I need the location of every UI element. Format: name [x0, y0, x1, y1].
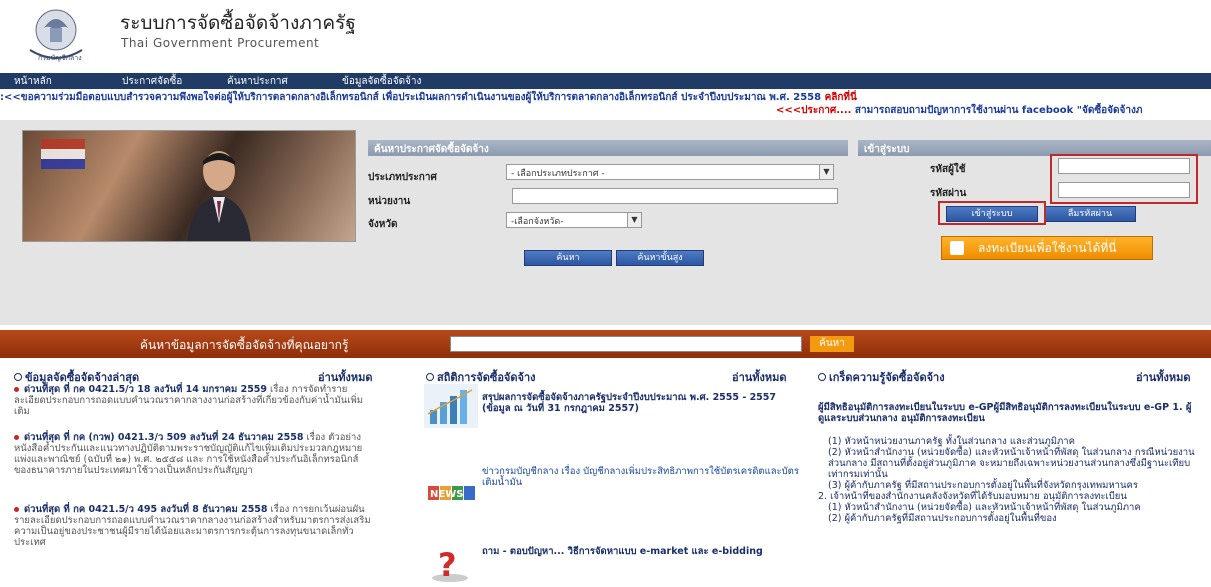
knowledge-line: (1) หัวหน้าหน่วยงานภาครัฐ ทั้งในส่วนกลาง…: [828, 436, 1075, 447]
pencil-icon: [950, 241, 964, 255]
province-select[interactable]: -เลือกจังหวัด- ▼: [506, 212, 642, 228]
news-icon: NEWS: [424, 464, 478, 508]
quick-search-input[interactable]: [450, 336, 802, 352]
quick-search-button[interactable]: ค้นหา: [810, 336, 854, 352]
marquee-1-text: :<<ขอความร่วมมือตอบแบบสำรวจความพึงพอใจต่…: [0, 92, 822, 103]
flag-icon: [41, 139, 85, 169]
person-icon: [187, 151, 251, 241]
stats-item[interactable]: ถาม - ตอบปัญหา... วิธีการจัดหาแบบ e-mark…: [482, 546, 802, 557]
quick-search-label: ค้นหาข้อมูลการจัดซื้อจัดจ้างที่คุณอยากรู…: [140, 338, 349, 352]
register-button-label: ลงทะเบียนเพื่อใช้งานได้ที่นี่: [978, 241, 1117, 255]
comptroller-logo-icon: กรมบัญชีกลาง: [29, 9, 83, 62]
announcement-marquee-2: <<<ประกาศ.... สามารถสอบถามปัญหาการใช้งาน…: [0, 103, 1211, 117]
login-button-highlight: [938, 201, 1046, 225]
nav-procurement-data[interactable]: ข้อมูลจัดซื้อจัดจ้าง: [342, 74, 421, 89]
news-item[interactable]: ด่วนที่สุด ที่ กค (กวพ) 0421.3/ว 509 ลงว…: [14, 432, 374, 476]
knowledge-line: 2. เจ้าหน้าที่ของสำนักงานคลังจังหวัดที่ไ…: [818, 491, 1127, 502]
question-mark-icon: ?: [424, 540, 478, 584]
circle-icon: [818, 373, 826, 381]
knowledge-read-all-link[interactable]: อ่านทั้งหมด: [1136, 368, 1191, 386]
search-button[interactable]: ค้นหา: [524, 250, 612, 266]
bullet-icon: [14, 387, 19, 392]
agency-input[interactable]: [512, 188, 838, 204]
province-label: จังหวัด: [368, 219, 398, 230]
knowledge-line: (2) หัวหน้าสำนักงาน (หน่วยจัดซื้อ) และหั…: [828, 447, 1195, 480]
knowledge-line: (1) หัวหน้าสำนักงาน (หน่วยจัดซื้อ) และหั…: [828, 502, 1141, 513]
username-label: รหัสผู้ใช้: [930, 164, 966, 175]
bullet-icon: [14, 507, 19, 512]
knowledge-line: (2) ผู้ค้ากับภาครัฐที่มีสถานประกอบการตั้…: [828, 513, 1057, 524]
circle-icon: [426, 373, 434, 381]
type-select-value: - เลือกประเภทประกาศ -: [511, 169, 605, 179]
type-label: ประเภทประกาศ: [368, 172, 437, 183]
site-subtitle: Thai Government Procurement: [121, 36, 320, 50]
search-announcement-panel: ค้นหาประกาศจัดซื้อจัดจ้าง ประเภทประกาศ -…: [368, 140, 848, 280]
register-button[interactable]: ลงทะเบียนเพื่อใช้งานได้ที่นี่: [941, 236, 1153, 260]
type-select[interactable]: - เลือกประเภทประกาศ - ▼: [506, 164, 834, 180]
site-header: กรมบัญชีกลาง ระบบการจัดซื้อจัดจ้างภาครัฐ…: [0, 0, 1211, 66]
news-item[interactable]: ด่วนที่สุด ที่ กค 0421.5/ว 18 ลงวันที่ 1…: [14, 384, 374, 417]
circle-icon: [14, 373, 22, 381]
province-select-value: -เลือกจังหวัด-: [511, 217, 564, 227]
knowledge-heading-text: ผู้มีสิทธิอนุมัติการลงทะเบียนในระบบ e-GP…: [818, 402, 1192, 424]
svg-text:?: ?: [438, 546, 457, 584]
knowledge-heading: เกร็ดความรู้จัดซื้อจัดจ้าง: [818, 368, 945, 386]
stats-item[interactable]: สรุปผลการจัดซื้อจัดจ้างภาครัฐประจำปีงบปร…: [482, 392, 802, 414]
quick-search-bar: ค้นหาข้อมูลการจัดซื้อจัดจ้างที่คุณอยากรู…: [0, 330, 1211, 358]
nav-announcement[interactable]: ประกาศจัดซื้อ: [122, 74, 182, 89]
advanced-search-button[interactable]: ค้นหาขั้นสูง: [616, 250, 704, 266]
stats-read-all-link[interactable]: อ่านทั้งหมด: [732, 368, 787, 386]
password-label: รหัสผ่าน: [930, 188, 967, 199]
svg-text:กรมบัญชีกลาง: กรมบัญชีกลาง: [38, 54, 82, 62]
chevron-down-icon: ▼: [627, 213, 641, 227]
nav-home[interactable]: หน้าหลัก: [14, 74, 52, 89]
site-title: ระบบการจัดซื้อจัดจ้างภาครัฐ: [120, 12, 356, 34]
forgot-password-button[interactable]: ลืมรหัสผ่าน: [1044, 206, 1136, 222]
marquee-2-prefix: <<<ประกาศ....: [776, 105, 852, 116]
marquee-1-link[interactable]: คลิกที่นี่: [825, 92, 857, 103]
marquee-2-text[interactable]: สามารถสอบถามปัญหาการใช้งานผ่าน facebook …: [851, 105, 1143, 116]
stats-item[interactable]: ข่าวกรมบัญชีกลาง เรื่อง บัญชีกลางเพิ่มปร…: [482, 466, 802, 488]
announcement-marquee-1: :<<ขอความร่วมมือตอบแบบสำรวจความพึงพอใจต่…: [0, 90, 1211, 104]
knowledge-line: (3) ผู้ค้ากับภาครัฐ ที่มีสถานประกอบการตั…: [828, 480, 1138, 491]
news-badge-text: NEWS: [430, 489, 463, 500]
main-navbar: หน้าหลัก ประกาศจัดซื้อ ค้นหาประกาศ ข้อมู…: [0, 73, 1211, 89]
credentials-highlight: [1050, 154, 1198, 204]
director-photo: [22, 130, 356, 242]
knowledge-content[interactable]: ผู้มีสิทธิอนุมัติการลงทะเบียนในระบบ e-GP…: [818, 402, 1198, 524]
news-item[interactable]: ด่วนที่สุด ที่ กค 0421.5/ว 495 ลงวันที่ …: [14, 504, 374, 548]
search-panel-title: ค้นหาประกาศจัดซื้อจัดจ้าง: [368, 140, 848, 156]
nav-search-announcement[interactable]: ค้นหาประกาศ: [227, 74, 288, 89]
chevron-down-icon: ▼: [819, 165, 833, 179]
bar-chart-icon: [424, 384, 478, 428]
bullet-icon: [14, 435, 19, 440]
agency-label: หน่วยงาน: [368, 196, 411, 207]
